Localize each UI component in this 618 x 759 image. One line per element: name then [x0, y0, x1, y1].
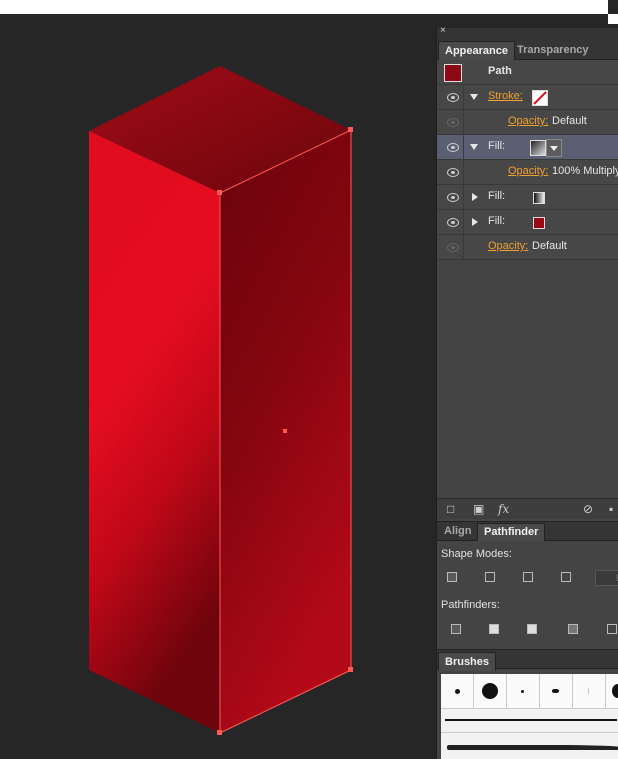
shape-modes-label: Shape Modes: [441, 548, 512, 560]
visibility-eye-icon[interactable] [447, 118, 459, 127]
tab-appearance[interactable]: Appearance [438, 41, 515, 60]
fx-effects-icon[interactable]: fx [498, 502, 509, 516]
clear-appearance-icon[interactable]: ⊘ [583, 502, 593, 516]
appearance-panel: × Appearance Transparency Path Stroke: O… [436, 25, 618, 759]
opacity-value: Default [552, 115, 587, 127]
unite-icon[interactable] [447, 572, 457, 582]
brushes-tabs: Brushes [437, 650, 618, 671]
tab-brushes[interactable]: Brushes [438, 652, 497, 671]
crop-icon[interactable] [568, 624, 578, 634]
anchor-point[interactable] [348, 667, 353, 672]
brush-swatch[interactable] [573, 674, 606, 709]
swatch-dropdown-button[interactable] [546, 139, 562, 157]
align-pathfinder-panel: Align Pathfinder Shape Modes: E Pathfind… [437, 521, 618, 650]
opacity-value: 100% Multiply [552, 165, 618, 177]
anchor-point[interactable] [217, 190, 222, 195]
brush-library [441, 674, 618, 759]
brush-divider [441, 732, 618, 733]
trim-icon[interactable] [489, 624, 499, 634]
brush-swatch[interactable] [540, 674, 573, 709]
tab-pathfinder[interactable]: Pathfinder [477, 523, 546, 541]
appearance-row-stroke[interactable]: Stroke: [437, 85, 618, 110]
expand-triangle-icon[interactable] [472, 218, 478, 226]
fill-gradient-swatch[interactable] [530, 140, 546, 156]
expand-triangle-icon[interactable] [470, 144, 478, 150]
appearance-tabs: Appearance Transparency [437, 39, 618, 60]
anchor-point[interactable] [348, 127, 353, 132]
visibility-eye-icon[interactable] [447, 143, 459, 152]
appearance-row-fill-selected[interactable]: Fill: [437, 135, 618, 160]
visibility-eye-icon[interactable] [447, 168, 459, 177]
minus-front-icon[interactable] [485, 572, 495, 582]
brush-art-stroke[interactable] [447, 745, 618, 750]
appearance-row-opacity[interactable]: Opacity: Default [437, 235, 618, 260]
merge-icon[interactable] [527, 624, 537, 634]
fill-color-swatch[interactable] [533, 217, 545, 229]
visibility-eye-icon[interactable] [447, 218, 459, 227]
exclude-icon[interactable] [561, 572, 571, 582]
fill-label[interactable]: Fill: [488, 215, 505, 227]
appearance-row-opacity[interactable]: Opacity: 100% Multiply [437, 160, 618, 185]
brushes-panel: Brushes [437, 649, 618, 759]
appearance-row-path[interactable]: Path [437, 60, 618, 85]
box-front-face[interactable] [89, 131, 220, 733]
fill-gradient-swatch[interactable] [533, 192, 545, 204]
add-new-fill-icon[interactable]: ▣ [473, 502, 484, 516]
stroke-swatch-none[interactable] [532, 90, 548, 106]
visibility-eye-icon[interactable] [447, 93, 459, 102]
brush-swatch[interactable] [474, 674, 507, 709]
visibility-eye-icon[interactable] [447, 243, 459, 252]
divide-icon[interactable] [451, 624, 461, 634]
intersect-icon[interactable] [523, 572, 533, 582]
appearance-toolbar: □ ▣ fx ⊘ ▪ [437, 498, 618, 519]
outline-icon[interactable] [607, 624, 617, 634]
visibility-eye-icon[interactable] [447, 193, 459, 202]
artboard-canvas[interactable] [0, 14, 436, 758]
expand-triangle-icon[interactable] [470, 94, 478, 100]
stroke-label[interactable]: Stroke: [488, 90, 523, 102]
path-swatch [444, 64, 462, 82]
object-label: Path [488, 65, 512, 77]
appearance-row-opacity[interactable]: Opacity: Default [437, 110, 618, 135]
brush-stroke-line[interactable] [445, 719, 617, 721]
fill-label[interactable]: Fill: [488, 140, 505, 152]
opacity-label[interactable]: Opacity: [508, 115, 548, 127]
tab-align[interactable]: Align [438, 523, 478, 540]
opacity-label[interactable]: Opacity: [508, 165, 548, 177]
panel-close-bar[interactable]: × [437, 25, 618, 39]
center-point[interactable] [283, 429, 287, 433]
window-corner [608, 14, 618, 24]
window-edge [608, 0, 618, 14]
align-tabs: Align Pathfinder [437, 522, 618, 541]
pathfinders-label: Pathfinders: [441, 599, 500, 611]
opacity-value: Default [532, 240, 567, 252]
appearance-row-fill[interactable]: Fill: [437, 185, 618, 210]
brush-swatch[interactable] [606, 674, 618, 709]
appearance-row-fill[interactable]: Fill: [437, 210, 618, 235]
tab-transparency[interactable]: Transparency [511, 41, 595, 59]
opacity-label[interactable]: Opacity: [488, 240, 528, 252]
add-new-stroke-icon[interactable]: □ [447, 502, 454, 516]
document-top-strip [0, 0, 618, 24]
close-icon[interactable]: × [440, 25, 446, 36]
chevron-down-icon [550, 146, 558, 151]
trash-icon[interactable]: ▪ [609, 502, 613, 516]
fill-label[interactable]: Fill: [488, 190, 505, 202]
expand-triangle-icon[interactable] [472, 193, 478, 201]
brush-swatch[interactable] [441, 674, 474, 709]
expand-button[interactable]: E [595, 570, 618, 586]
brush-swatch[interactable] [507, 674, 540, 709]
anchor-point[interactable] [217, 730, 222, 735]
